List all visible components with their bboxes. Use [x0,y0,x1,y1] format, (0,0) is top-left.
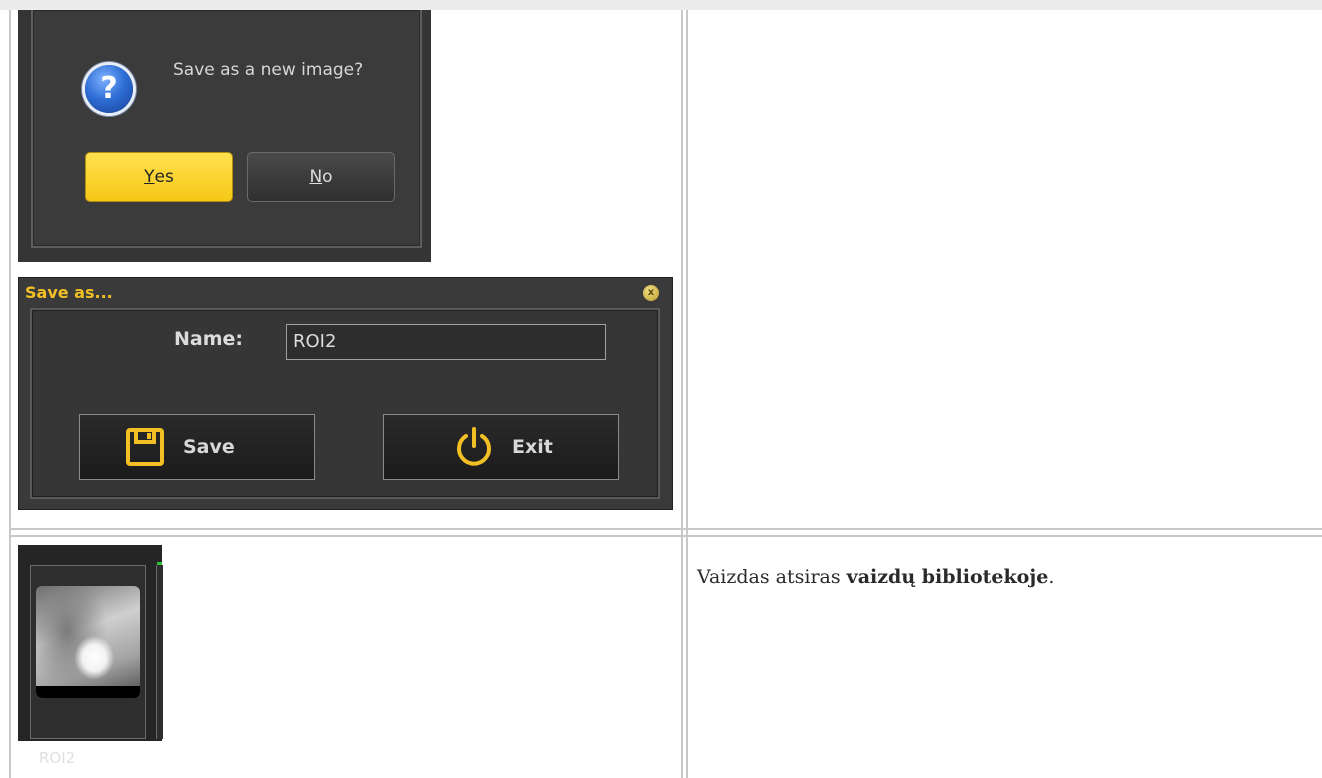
table-border-middle-inner [686,10,688,778]
table-border-left [9,10,11,778]
save-as-dialog: Save as... x Name: ROI2 Save Exit [18,277,673,510]
caption-bold: vaizdų bibliotekoje [846,566,1049,588]
yes-label: es [154,167,174,187]
floppy-disk-icon [126,428,164,466]
name-field[interactable]: ROI2 [286,324,606,360]
yes-mnemonic: Y [144,167,155,187]
dialog-title: Save as... [25,283,113,302]
close-icon[interactable]: x [643,285,659,301]
confirm-dialog: ? Save as a new image? Yes No [18,10,431,262]
exit-label: Exit [512,436,553,458]
image-library: ROI2 [18,545,163,767]
no-button[interactable]: No [247,152,395,202]
table-border-middle [681,10,683,778]
thumbnail-label: ROI2 [39,749,76,767]
table-row-separator [9,528,1322,530]
top-strip [0,0,1322,10]
caption-text: Vaizdas atsiras vaizdų bibliotekoje. [697,566,1054,588]
save-as-panel: Name: ROI2 Save Exit [30,308,660,499]
no-label: o [322,167,333,187]
yes-button[interactable]: Yes [85,152,233,202]
library-thumbnail-card[interactable]: ROI2 [30,565,146,767]
save-button[interactable]: Save [79,414,315,480]
xray-thumbnail [36,586,140,698]
table-row-separator-inner [9,535,1322,537]
caption-prefix: Vaizdas atsiras [697,566,847,588]
confirm-message: Save as a new image? [173,60,364,80]
question-icon: ? [85,65,133,113]
thumbnail-shadow [36,686,140,698]
next-thumbnail-card[interactable] [156,565,163,739]
no-mnemonic: N [309,167,323,187]
confirm-dialog-panel: ? Save as a new image? Yes No [31,10,422,248]
save-label: Save [183,436,235,458]
name-label: Name: [174,328,244,350]
exit-button[interactable]: Exit [383,414,619,480]
caption-suffix: . [1048,566,1055,588]
power-icon [457,427,491,466]
